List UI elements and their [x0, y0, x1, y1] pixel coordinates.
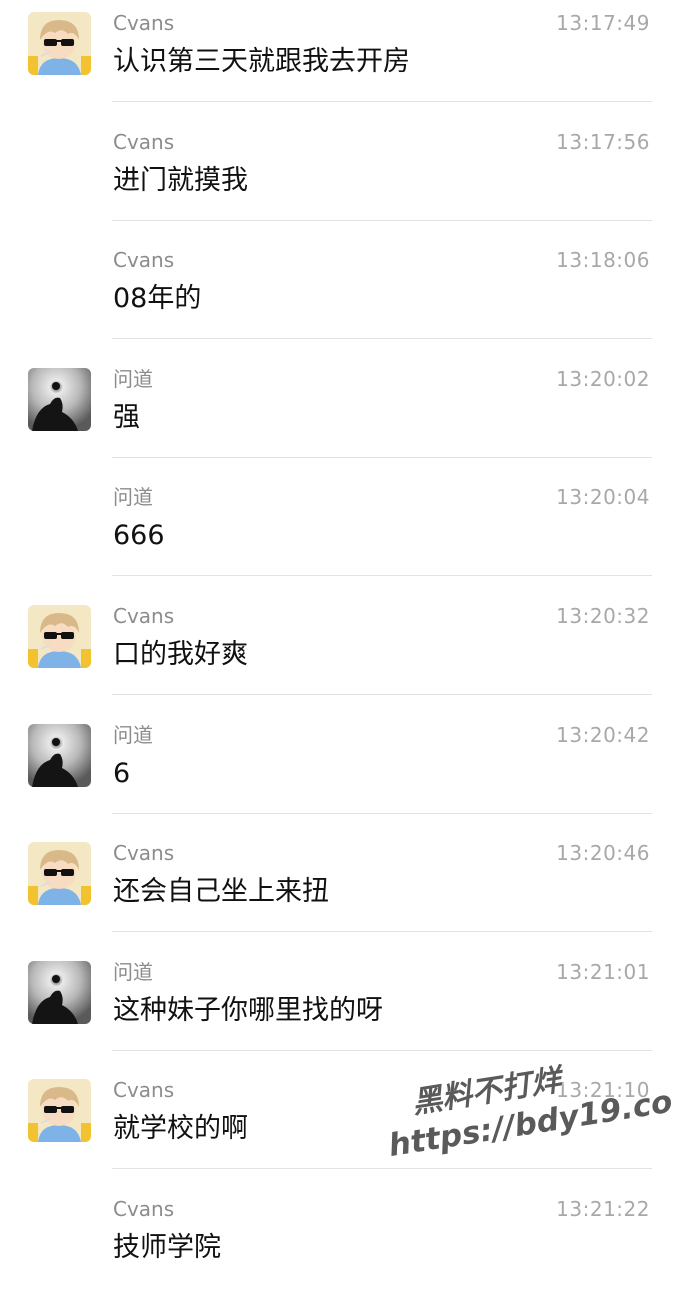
- sender-name: 问道: [113, 367, 153, 391]
- message-time: 13:21:01: [556, 960, 650, 984]
- row-divider: [112, 220, 652, 221]
- message-row[interactable]: Cvans 13:20:32 口的我好爽: [0, 597, 680, 715]
- row-divider: [112, 457, 652, 458]
- sender-name: Cvans: [113, 1078, 175, 1102]
- sender-name: Cvans: [113, 11, 175, 35]
- avatar[interactable]: [28, 961, 91, 1024]
- message-text: 08年的: [113, 283, 202, 314]
- message-row[interactable]: 问道 13:21:01 这种妹子你哪里找的呀: [0, 953, 680, 1071]
- message-text: 6: [113, 758, 131, 789]
- message-row[interactable]: Cvans 13:17:49 认识第三天就跟我去开房: [0, 4, 680, 122]
- message-row[interactable]: Cvans 13:18:06 08年的: [0, 241, 680, 359]
- sender-name: Cvans: [113, 604, 175, 628]
- avatar[interactable]: [28, 368, 91, 431]
- message-row[interactable]: Cvans 13:20:46 还会自己坐上来扭: [0, 834, 680, 952]
- message-time: 13:20:42: [556, 723, 650, 747]
- message-time: 13:21:22: [556, 1197, 650, 1221]
- sender-name: Cvans: [113, 841, 175, 865]
- message-row[interactable]: Cvans 13:21:22 技师学院: [0, 1190, 680, 1308]
- message-text: 口的我好爽: [113, 639, 248, 670]
- sender-name: Cvans: [113, 130, 175, 154]
- sender-name: 问道: [113, 723, 153, 747]
- avatar[interactable]: [28, 724, 91, 787]
- message-row[interactable]: 问道 13:20:02 强: [0, 360, 680, 478]
- row-divider: [112, 813, 652, 814]
- message-time: 13:17:56: [556, 130, 650, 154]
- message-time: 13:17:49: [556, 11, 650, 35]
- avatar[interactable]: [28, 605, 91, 668]
- row-divider: [112, 338, 652, 339]
- sender-name: Cvans: [113, 1197, 175, 1221]
- message-text: 这种妹子你哪里找的呀: [113, 995, 383, 1026]
- sender-name: 问道: [113, 960, 153, 984]
- message-text: 强: [113, 402, 140, 433]
- message-time: 13:20:46: [556, 841, 650, 865]
- message-text: 进门就摸我: [113, 165, 248, 196]
- avatar[interactable]: [28, 1079, 91, 1142]
- message-text: 还会自己坐上来扭: [113, 876, 329, 907]
- message-time: 13:20:04: [556, 485, 650, 509]
- message-time: 13:20:02: [556, 367, 650, 391]
- message-text: 认识第三天就跟我去开房: [113, 46, 410, 77]
- message-text: 技师学院: [113, 1232, 221, 1263]
- row-divider: [112, 931, 652, 932]
- row-divider: [112, 101, 652, 102]
- message-text: 就学校的啊: [113, 1113, 248, 1144]
- message-row[interactable]: 问道 13:20:04 666: [0, 478, 680, 596]
- row-divider: [112, 575, 652, 576]
- message-time: 13:20:32: [556, 604, 650, 628]
- avatar[interactable]: [28, 842, 91, 905]
- avatar[interactable]: [28, 12, 91, 75]
- row-divider: [112, 1168, 652, 1169]
- row-divider: [112, 1050, 652, 1051]
- sender-name: 问道: [113, 485, 153, 509]
- message-text: 666: [113, 520, 165, 551]
- sender-name: Cvans: [113, 248, 175, 272]
- message-time: 13:18:06: [556, 248, 650, 272]
- message-row[interactable]: 问道 13:20:42 6: [0, 716, 680, 834]
- row-divider: [112, 694, 652, 695]
- message-row[interactable]: Cvans 13:17:56 进门就摸我: [0, 123, 680, 241]
